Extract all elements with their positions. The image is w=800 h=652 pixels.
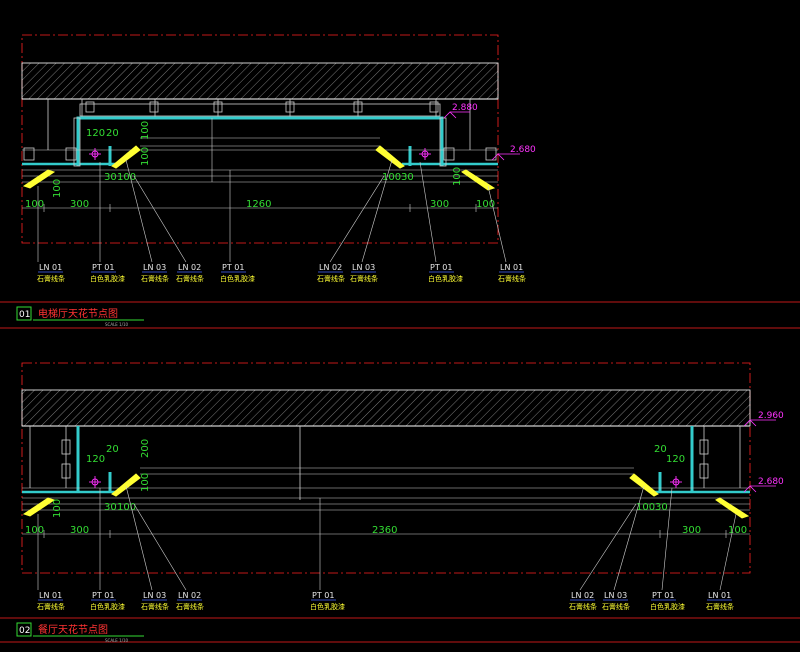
callout-code: LN 01 [39,263,62,272]
dim-text: 120 [86,128,105,139]
callout-code: LN 01 [39,591,62,600]
detail-02-number: 02 [19,626,30,636]
callout-code: PT 01 [92,591,114,600]
detail-02-level-lower: 2.680 [758,477,784,487]
callout-material: 石膏线条 [498,274,526,283]
callout-material: 白色乳胶漆 [220,274,255,283]
detail-01-number: 01 [19,310,30,320]
dim-text: 30 [104,502,117,513]
detail-01-title: 电梯厅天花节点图 [38,307,118,320]
callout-code: LN 01 [708,591,731,600]
dim-text: 1260 [246,199,271,210]
callout-code: PT 01 [652,591,674,600]
dim-text: 20 [106,444,119,455]
detail-01: 2.880 2.680 120 20 100 100 100 100 30 10… [16,34,536,327]
dim-text: 100 [52,179,63,198]
callout-code: PT 01 [92,263,114,272]
callout-material: 石膏线条 [141,602,169,611]
dim-text: 100 [52,499,63,518]
detail-01-scale: SCALE 1/10 [105,322,129,327]
callout-code: LN 03 [143,263,166,272]
detail-01-level-upper: 2.880 [452,103,478,113]
callout-code: PT 01 [312,591,334,600]
callout-code: LN 03 [352,263,375,272]
callout-code: LN 02 [571,591,594,600]
detail-02-title: 餐厅天花节点图 [38,623,108,636]
dim-text: 200 [140,439,151,458]
callout-material: 石膏线条 [317,274,345,283]
detail-02-scale: SCALE 1/10 [105,638,129,643]
callout-code: LN 01 [500,263,523,272]
detail-01-level-lower: 2.680 [510,145,536,155]
callout-material: 白色乳胶漆 [650,602,685,611]
callout-code: LN 03 [143,591,166,600]
dim-text: 2360 [372,525,397,536]
detail-02-callouts: LN 01 石膏线条 PT 01 白色乳胶漆 LN 03 石膏线条 LN 02 石膏线条 PT … [37,591,734,611]
detail-02-light-fixtures [89,476,682,488]
dim-text: 300 [682,525,701,536]
callout-code: PT 01 [222,263,244,272]
detail-02-leaders [37,485,737,591]
detail-02: 2.960 2.680 20 120 20 120 200 100 100 30… [16,362,784,643]
callout-material: 白色乳胶漆 [428,274,463,283]
dim-text: 20 [654,444,667,455]
detail-02-slab [21,389,751,427]
callout-material: 石膏线条 [176,274,204,283]
callout-code: LN 02 [319,263,342,272]
detail-01-callouts: LN 01 石膏线条 PT 01 白色乳胶漆 LN 03 石膏线条 LN 02 石膏线条 PT … [37,263,526,283]
dim-text: 30 [401,172,414,183]
callout-code: PT 01 [430,263,452,272]
dim-text: 100 [140,121,151,140]
callout-code: LN 02 [178,263,201,272]
cad-drawing-canvas: 2.880 2.680 120 20 100 100 100 100 30 10… [0,34,800,643]
dim-text: 300 [70,525,89,536]
dim-text: 120 [666,454,685,465]
callout-material: 白色乳胶漆 [90,602,125,611]
detail-01-levels [443,111,520,161]
callout-material: 石膏线条 [569,602,597,611]
callout-code: LN 03 [604,591,627,600]
dim-text: 300 [70,199,89,210]
callout-material: 白色乳胶漆 [90,274,125,283]
dim-text: 100 [140,147,151,166]
dim-text: 100 [25,525,44,536]
dim-text: 30 [104,172,117,183]
detail-01-slab [21,62,499,100]
dim-text: 100 [140,473,151,492]
callout-material: 石膏线条 [37,602,65,611]
dim-text: 100 [728,525,747,536]
dim-text: 100 [452,167,463,186]
detail-02-level-upper: 2.960 [758,411,784,421]
callout-material: 石膏线条 [176,602,204,611]
dim-text: 100 [117,502,136,513]
callout-material: 石膏线条 [141,274,169,283]
dim-text: 100 [382,172,401,183]
detail-01-hangers [47,99,471,150]
dim-text: 100 [25,199,44,210]
callout-material: 石膏线条 [706,602,734,611]
dim-text: 30 [655,502,668,513]
dim-text: 20 [106,128,119,139]
callout-material: 石膏线条 [602,602,630,611]
dim-text: 100 [117,172,136,183]
callout-code: LN 02 [178,591,201,600]
callout-material: 石膏线条 [350,274,378,283]
callout-material: 白色乳胶漆 [310,602,345,611]
callout-material: 石膏线条 [37,274,65,283]
dim-text: 300 [430,199,449,210]
dim-text: 120 [86,454,105,465]
